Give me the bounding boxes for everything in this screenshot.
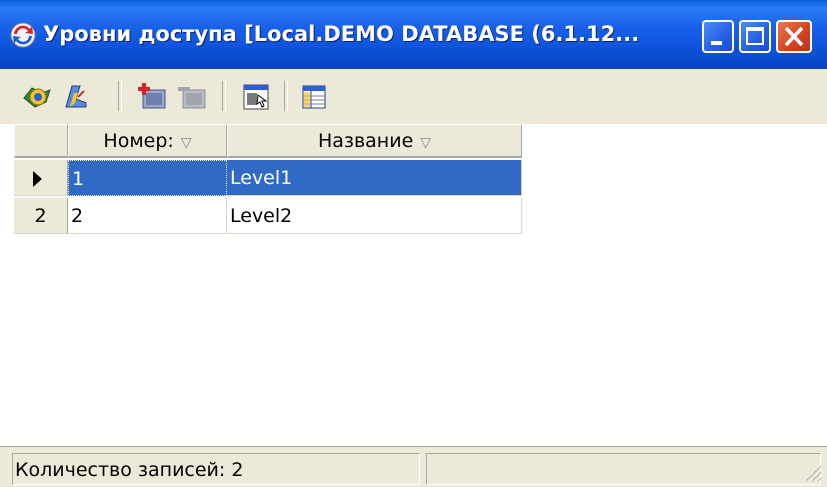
cell-number[interactable]: 2 [68, 198, 227, 234]
column-header-label: Номер: [103, 130, 174, 152]
toolbar-separator [222, 81, 226, 111]
row-indicator-header [14, 124, 68, 158]
data-grid[interactable]: Номер: ▽ Название ▽ 1 Level1 2 2 Level2 [0, 124, 827, 446]
toolbar-separator [284, 81, 288, 111]
delete-record-button[interactable] [174, 79, 210, 115]
delete-record-icon [178, 87, 206, 109]
window-title: Уровни доступа [Local.DEMO DATABASE (6.1… [43, 22, 640, 46]
row-indicator[interactable] [14, 160, 68, 196]
column-header-name[interactable]: Название ▽ [227, 124, 522, 158]
toolbar [0, 69, 827, 125]
minimize-icon [711, 41, 722, 45]
cell-name[interactable]: Level2 [227, 198, 522, 234]
table-row[interactable]: 1 Level1 [14, 160, 522, 196]
columns-button[interactable] [296, 79, 332, 115]
maximize-button[interactable] [739, 20, 771, 53]
column-header-number[interactable]: Номер: ▽ [68, 124, 227, 158]
properties-icon [243, 84, 269, 110]
refresh-arrows-icon [10, 22, 36, 48]
toolbar-separator [118, 81, 122, 111]
resize-grip-icon[interactable] [799, 459, 823, 483]
add-record-button[interactable] [134, 79, 170, 115]
sort-arrow-icon[interactable]: ▽ [420, 127, 431, 160]
cell-name[interactable]: Level1 [227, 160, 522, 196]
status-panel-secondary [426, 453, 821, 485]
funnel-button[interactable] [58, 79, 94, 115]
status-bar: Количество записей: 2 [0, 446, 827, 487]
record-count-status: Количество записей: 2 [12, 453, 420, 485]
title-bar[interactable]: Уровни доступа [Local.DEMO DATABASE (6.1… [0, 0, 827, 69]
funnel-icon [65, 85, 87, 108]
current-row-arrow-icon [33, 171, 42, 187]
maximize-icon [746, 27, 764, 45]
grid-header: Номер: ▽ Название ▽ [14, 124, 522, 160]
globe-button[interactable] [20, 79, 56, 115]
row-indicator[interactable]: 2 [14, 198, 68, 234]
minimize-button[interactable] [702, 20, 734, 53]
globe-icon [23, 87, 51, 108]
columns-icon [302, 85, 326, 109]
add-record-icon [138, 83, 166, 109]
close-button[interactable] [776, 20, 812, 53]
properties-button[interactable] [238, 79, 274, 115]
table-row[interactable]: 2 2 Level2 [14, 198, 522, 234]
cell-number[interactable]: 1 [68, 160, 227, 196]
column-header-label: Название [317, 130, 414, 152]
close-icon [784, 26, 804, 47]
sort-arrow-icon[interactable]: ▽ [181, 127, 192, 160]
